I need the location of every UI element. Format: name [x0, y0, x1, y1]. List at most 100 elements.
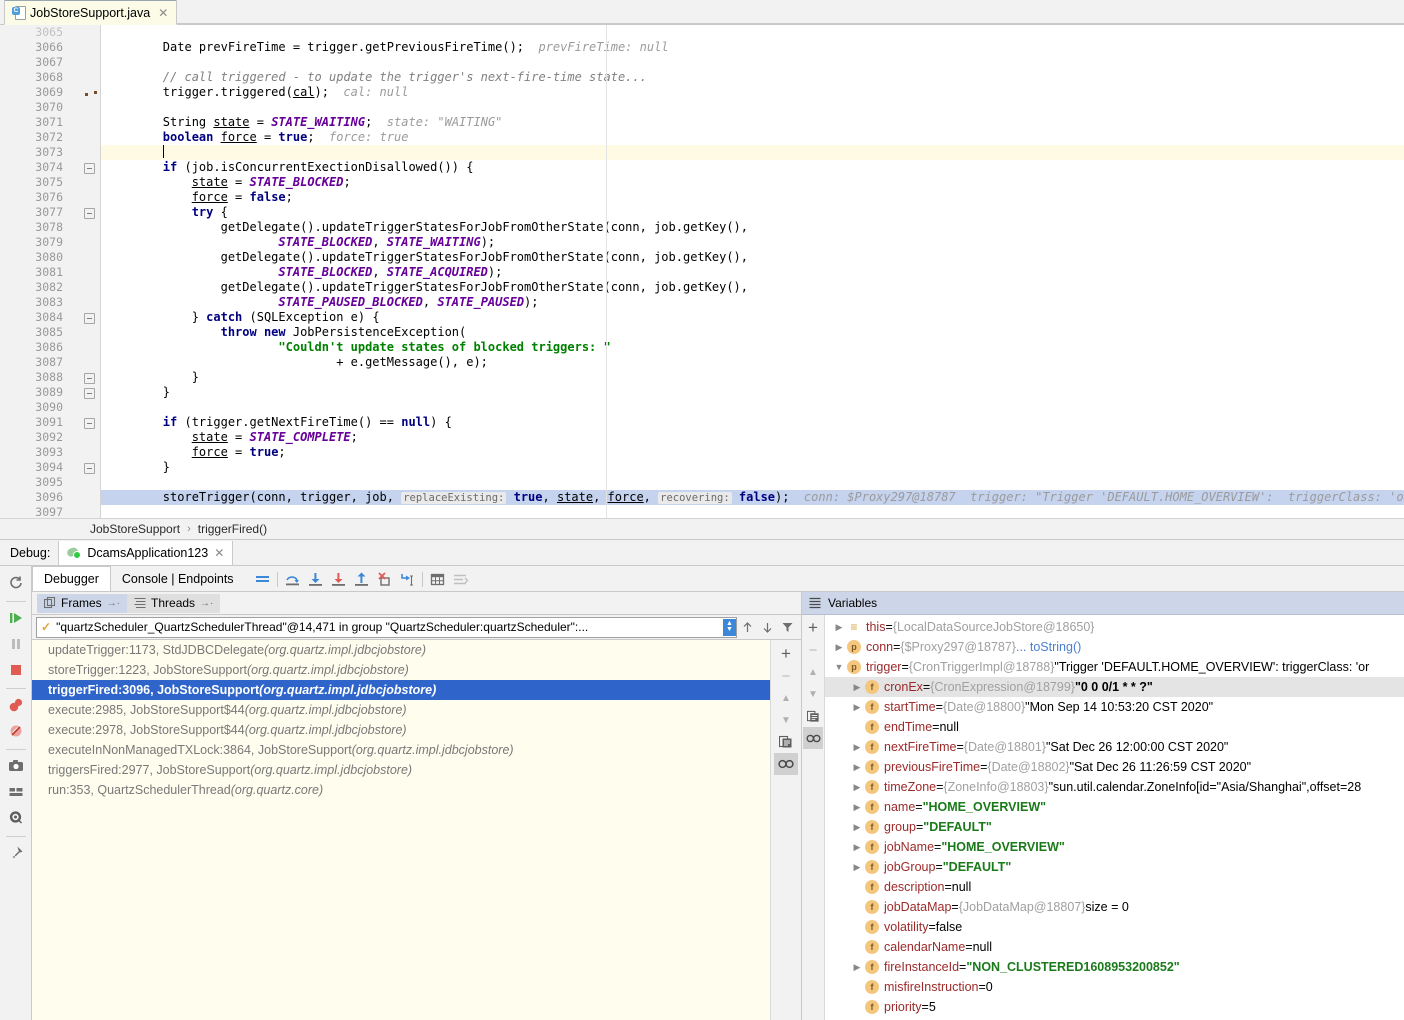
- fold-row[interactable]: [72, 430, 100, 445]
- evaluate-expression-icon[interactable]: [426, 568, 449, 590]
- stack-frame-row[interactable]: run:353, QuartzSchedulerThread (org.quar…: [32, 780, 770, 800]
- chevron-right-icon[interactable]: ▶: [849, 822, 865, 833]
- thread-selector-spinner[interactable]: ▲ ▼: [723, 618, 736, 636]
- stop-icon[interactable]: [4, 658, 28, 682]
- fold-toggle-icon[interactable]: [84, 463, 95, 474]
- run-to-cursor-icon[interactable]: [396, 568, 419, 590]
- breadcrumb-method[interactable]: triggerFired(): [198, 522, 267, 536]
- chevron-right-icon[interactable]: ▶: [849, 802, 865, 813]
- fold-toggle-icon[interactable]: [84, 388, 95, 399]
- step-out-icon[interactable]: [350, 568, 373, 590]
- code-line[interactable]: [101, 400, 1404, 415]
- fold-row[interactable]: [72, 55, 100, 70]
- variable-row[interactable]: ▶ f name = "HOME_OVERVIEW": [825, 797, 1404, 817]
- chevron-right-icon[interactable]: ▶: [849, 702, 865, 713]
- variable-value-suffix[interactable]: ... toString(): [1016, 640, 1081, 654]
- copy-stack-icon[interactable]: [774, 731, 798, 753]
- editor-code-area[interactable]: Date prevFireTime = trigger.getPreviousF…: [101, 25, 1404, 518]
- code-line[interactable]: STATE_BLOCKED, STATE_WAITING);: [101, 235, 1404, 250]
- code-line[interactable]: if (job.isConcurrentExectionDisallowed()…: [101, 160, 1404, 175]
- variable-row[interactable]: f priority = 5: [825, 997, 1404, 1017]
- code-line[interactable]: } catch (SQLException e) {: [101, 310, 1404, 325]
- scroll-down-icon[interactable]: ▼: [774, 709, 798, 731]
- chevron-right-icon[interactable]: ▶: [849, 842, 865, 853]
- fold-row[interactable]: [72, 415, 100, 430]
- code-line[interactable]: storeTrigger(conn, trigger, job, replace…: [101, 490, 1404, 505]
- code-line[interactable]: STATE_PAUSED_BLOCKED, STATE_PAUSED);: [101, 295, 1404, 310]
- mute-breakpoints-icon[interactable]: [4, 719, 28, 743]
- fold-row[interactable]: [72, 460, 100, 475]
- code-line[interactable]: [101, 55, 1404, 70]
- code-line[interactable]: [101, 100, 1404, 115]
- call-stack-frames-list[interactable]: updateTrigger:1173, StdJDBCDelegate (org…: [32, 640, 770, 1020]
- copy-value-icon[interactable]: [803, 705, 823, 727]
- fold-row[interactable]: [72, 40, 100, 55]
- chevron-right-icon[interactable]: ▶: [849, 782, 865, 793]
- breadcrumb[interactable]: JobStoreSupport › triggerFired(): [0, 518, 1404, 540]
- variable-row[interactable]: f calendarName = null: [825, 937, 1404, 957]
- fold-row[interactable]: [72, 445, 100, 460]
- chevron-right-icon[interactable]: ▶: [831, 622, 847, 633]
- move-down-icon[interactable]: [757, 617, 777, 637]
- drop-frame-icon[interactable]: [373, 568, 396, 590]
- fold-row[interactable]: [72, 235, 100, 250]
- variable-row[interactable]: ▶ f cronEx = {CronExpression@18799} "0 0 0…: [825, 677, 1404, 697]
- code-line[interactable]: trigger.triggered(cal); cal: null: [101, 85, 1404, 100]
- fold-row[interactable]: [72, 115, 100, 130]
- fold-row[interactable]: [72, 490, 100, 505]
- fold-row[interactable]: [72, 475, 100, 490]
- fold-row[interactable]: [72, 220, 100, 235]
- code-line[interactable]: // call triggered - to update the trigge…: [101, 70, 1404, 85]
- code-line[interactable]: force = true;: [101, 445, 1404, 460]
- scroll-up-icon[interactable]: ▲: [774, 687, 798, 709]
- chevron-right-icon[interactable]: ▶: [831, 642, 847, 653]
- chevron-right-icon[interactable]: ▶: [849, 862, 865, 873]
- fold-row[interactable]: [72, 280, 100, 295]
- fold-toggle-icon[interactable]: [84, 208, 95, 219]
- stack-frame-row[interactable]: executeInNonManagedTXLock:3864, JobStore…: [32, 740, 770, 760]
- tab-debugger[interactable]: Debugger: [32, 566, 111, 591]
- watches-icon[interactable]: [774, 753, 798, 775]
- code-line[interactable]: if (trigger.getNextFireTime() == null) {: [101, 415, 1404, 430]
- editor-tab-jobstoresupport[interactable]: C JobStoreSupport.java ✕: [4, 0, 178, 25]
- code-line[interactable]: getDelegate().updateTriggerStatesForJobF…: [101, 220, 1404, 235]
- fold-row[interactable]: [72, 265, 100, 280]
- variable-row[interactable]: ▶ f jobGroup = "DEFAULT": [825, 857, 1404, 877]
- code-line[interactable]: Date prevFireTime = trigger.getPreviousF…: [101, 40, 1404, 55]
- scroll-down-icon[interactable]: ▼: [803, 683, 823, 705]
- fold-row[interactable]: [72, 505, 100, 518]
- fold-row[interactable]: [72, 325, 100, 340]
- variable-row[interactable]: ▶ f jobName = "HOME_OVERVIEW": [825, 837, 1404, 857]
- variable-row[interactable]: f description = null: [825, 877, 1404, 897]
- fold-row[interactable]: [72, 175, 100, 190]
- variable-row[interactable]: ▼ p trigger = {CronTriggerImpl@18788} "Tri…: [825, 657, 1404, 677]
- code-line[interactable]: [101, 505, 1404, 518]
- stack-frame-row[interactable]: triggerFired:3096, JobStoreSupport (org.…: [32, 680, 770, 700]
- close-icon[interactable]: ✕: [158, 7, 168, 19]
- fold-toggle-icon[interactable]: [84, 313, 95, 324]
- code-line[interactable]: "Couldn't update states of blocked trigg…: [101, 340, 1404, 355]
- rerun-icon[interactable]: [4, 571, 28, 595]
- variable-row[interactable]: f misfireInstruction = 0: [825, 977, 1404, 997]
- fold-row[interactable]: [72, 385, 100, 400]
- force-step-into-icon[interactable]: [327, 568, 350, 590]
- fold-toggle-icon[interactable]: [84, 373, 95, 384]
- code-line[interactable]: }: [101, 460, 1404, 475]
- fold-row[interactable]: [72, 250, 100, 265]
- add-watch-icon[interactable]: +: [803, 617, 823, 639]
- stack-frame-row[interactable]: storeTrigger:1223, JobStoreSupport (org.…: [32, 660, 770, 680]
- code-line[interactable]: + e.getMessage(), e);: [101, 355, 1404, 370]
- stack-frame-row[interactable]: updateTrigger:1173, StdJDBCDelegate (org…: [32, 640, 770, 660]
- fold-row[interactable]: [72, 355, 100, 370]
- code-line[interactable]: getDelegate().updateTriggerStatesForJobF…: [101, 280, 1404, 295]
- chevron-right-icon[interactable]: ▶: [849, 962, 865, 973]
- layout-icon[interactable]: [4, 780, 28, 804]
- variable-row[interactable]: ▶ f previousFireTime = {Date@18802} "Sat D…: [825, 757, 1404, 777]
- fold-row[interactable]: [72, 160, 100, 175]
- fold-row[interactable]: [72, 310, 100, 325]
- variable-row[interactable]: ▶ f timeZone = {ZoneInfo@18803} "sun.util.…: [825, 777, 1404, 797]
- stack-frame-row[interactable]: triggersFired:2977, JobStoreSupport (org…: [32, 760, 770, 780]
- code-line[interactable]: [101, 475, 1404, 490]
- step-over-icon[interactable]: [281, 568, 304, 590]
- fold-row[interactable]: [72, 190, 100, 205]
